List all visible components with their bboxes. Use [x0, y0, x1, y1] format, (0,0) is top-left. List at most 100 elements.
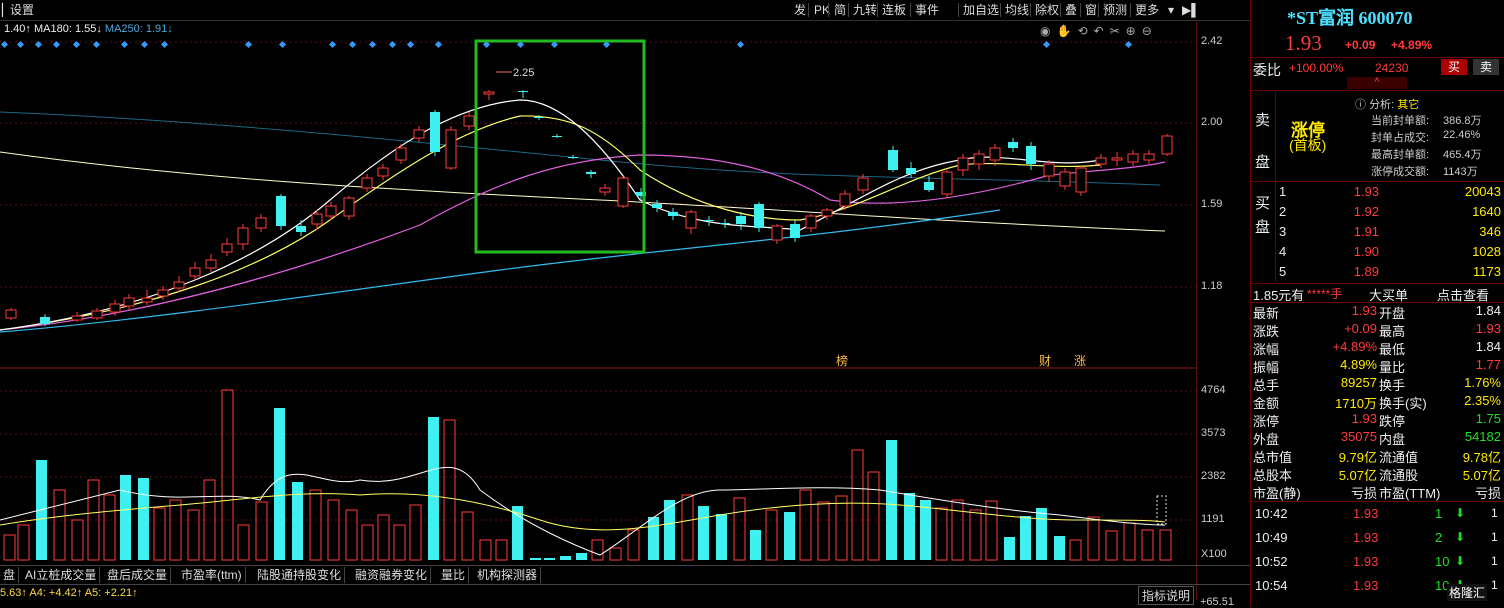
buy-button[interactable]: 买 [1441, 59, 1467, 75]
candle-body [736, 216, 746, 224]
volume-bar [817, 501, 830, 561]
stat-value: 1.75 [1475, 411, 1501, 426]
event-cai-label: 财 [1039, 354, 1051, 368]
stat-value: +4.89% [1332, 339, 1377, 354]
stat-label: 开盘 [1379, 306, 1406, 321]
volume-bar [479, 539, 492, 561]
indicator-tab-6[interactable]: 量比 [438, 567, 470, 583]
volume-bar [750, 530, 761, 560]
status-bottom-value: +65.51 [1200, 596, 1234, 608]
stat-label: 换手(实) [1379, 396, 1427, 411]
down-arrow-icon: ⬇ [1455, 530, 1466, 544]
volume-bar [87, 479, 100, 561]
volume-bar [1069, 539, 1082, 561]
stat-value: 亏损 [1474, 486, 1501, 501]
volume-bar [560, 556, 571, 560]
volume-axis-label-0: 4764 [1201, 384, 1226, 396]
price-change-pct: +4.89% [1391, 38, 1433, 52]
signal-diamond [736, 40, 745, 49]
signal-diamond [52, 40, 61, 49]
toolbar-collapse-icon[interactable]: ▶▌ [1180, 2, 1202, 18]
stat-value: 亏损 [1350, 486, 1377, 501]
indicator-tab-5[interactable]: 融资融券变化 [352, 567, 432, 583]
tick-volume: 2 [1435, 530, 1443, 545]
volume-bar [904, 493, 915, 560]
stat-label: 振幅 [1253, 360, 1280, 375]
sell-button[interactable]: 卖 [1473, 59, 1499, 75]
help-button[interactable]: 指标说明 [1138, 586, 1195, 605]
toolbar-item-9[interactable]: 叠 [1063, 2, 1079, 18]
volume-bar [867, 471, 880, 561]
candle-body [941, 171, 953, 195]
toolbar-more-arrow-icon[interactable]: ▾ [1166, 2, 1176, 18]
indicator-tab-1[interactable]: AI立桩成交量 [22, 567, 101, 583]
tick-count: 1 [1491, 530, 1498, 544]
stock-name: *ST富润 600070 [1287, 8, 1413, 28]
stat-label: 总股本 [1253, 468, 1293, 483]
volume-bar [799, 489, 812, 561]
toolbar-item-12[interactable]: 更多 [1133, 2, 1161, 18]
stat-value: 54182 [1464, 429, 1501, 444]
toolbar-item-0[interactable]: 发 [792, 2, 808, 18]
indicator-tab-7[interactable]: 机构探测器 [474, 567, 542, 583]
kline-chart[interactable]: 2.25 榜 财 涨 [0, 20, 1196, 565]
volume-bar [409, 504, 422, 561]
candle-body [91, 310, 103, 319]
bid-volume: 1173 [1473, 264, 1501, 279]
toolbar-item-8[interactable]: 除权 [1033, 2, 1061, 18]
candle-body [463, 115, 475, 127]
candle-body [173, 281, 185, 289]
toolbar-item-6[interactable]: 加自选 [961, 2, 1001, 18]
toolbar-item-4[interactable]: 连板 [880, 2, 908, 18]
candle-body [377, 167, 389, 177]
bid-level: 3 [1279, 224, 1287, 239]
toolbar-item-3[interactable]: 九转 [851, 2, 879, 18]
toolbar-item-5[interactable]: 事件 [913, 2, 941, 18]
stat-value: 35075 [1340, 429, 1377, 444]
tick-time: 10:49 [1255, 530, 1288, 545]
buy-side-label: 买盘 [1255, 195, 1271, 236]
stat-label: 总市值 [1253, 450, 1293, 465]
stat-value: 1.93 [1351, 303, 1377, 318]
volume-bar [187, 509, 200, 561]
volume-bar [1087, 516, 1100, 561]
indicator-tab-0[interactable]: 盘 [0, 567, 20, 583]
volume-bar [1159, 529, 1172, 561]
limit-stat-value: 1143万 [1443, 166, 1478, 178]
toolbar-item-11[interactable]: 预测 [1101, 2, 1129, 18]
settings-button[interactable]: 设置 [8, 2, 36, 18]
volume-bar [851, 449, 864, 561]
volume-bar [681, 494, 694, 561]
candle-body [1008, 142, 1018, 148]
toolbar-item-7[interactable]: 均线 [1003, 2, 1031, 18]
toolbar-item-10[interactable]: 窗 [1083, 2, 1099, 18]
stat-value: 4.89% [1340, 357, 1377, 372]
candle-body [668, 212, 678, 216]
volume-bar [765, 509, 778, 561]
volume-ma10-line [0, 493, 1166, 531]
indicator-tab-2[interactable]: 盘后成交量 [104, 567, 172, 583]
limit-up-subtitle: (首板) [1289, 137, 1327, 153]
volume-axis-unit: X100 [1201, 548, 1227, 560]
stat-label: 市盈(TTM) [1379, 486, 1441, 501]
volume-axis-label-1: 3573 [1201, 427, 1226, 439]
event-zhang-label: 涨 [1074, 353, 1086, 368]
volume-bar [1123, 522, 1136, 561]
price-axis: 2.42 2.00 1.59 1.18 4764 3573 2382 1191 … [1196, 20, 1251, 600]
info-icon[interactable]: ⓘ [1355, 99, 1366, 111]
candle-body [237, 227, 249, 245]
indicator-tab-4[interactable]: 陆股通持股变化 [254, 567, 346, 583]
toolbar-item-1[interactable]: PK [812, 2, 832, 18]
stat-value: 5.07亿 [1462, 468, 1501, 483]
expand-arrow-icon[interactable]: ^ [1347, 77, 1407, 89]
volume-bar [1054, 536, 1065, 560]
candle-body [109, 303, 121, 313]
candle-body [296, 226, 306, 232]
toolbar-item-2[interactable]: 简 [832, 2, 848, 18]
volume-bar [53, 489, 66, 561]
volume-bar [17, 524, 30, 561]
candle-body [973, 153, 985, 165]
volume-bar [495, 539, 508, 561]
indicator-tab-3[interactable]: 市盈率(ttm) [178, 567, 246, 583]
analysis-value[interactable]: 其它 [1397, 99, 1419, 111]
